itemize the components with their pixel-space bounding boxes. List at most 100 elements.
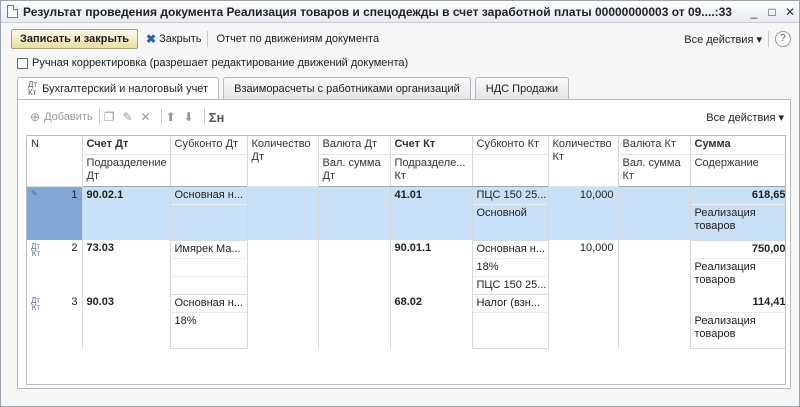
edit-icon[interactable]: ✎: [122, 110, 132, 124]
minimize-button[interactable]: _: [745, 5, 763, 19]
column-header-summa[interactable]: Сумма: [690, 136, 785, 155]
tab-panel: ⊕ Добавить ❐ ✎ ✕ ⬆ ⬇ Σн Все действия ▾ N…: [17, 99, 791, 389]
dt-kt-icon: Дт Кт: [28, 80, 38, 97]
column-header-subkonto-dt-2: [170, 154, 248, 187]
column-header-subkonto-kt[interactable]: Субконто Кт: [472, 136, 549, 155]
tab-bar: Дт Кт Бухгалтерский и налоговый учет Взаи…: [17, 77, 573, 100]
cell-schet-kt[interactable]: 68.02: [390, 294, 473, 348]
movement-report-button[interactable]: Отчет по движениям документа: [216, 33, 379, 45]
cell-qty-kt[interactable]: 10,000: [548, 186, 619, 240]
move-up-icon[interactable]: ⬆: [166, 110, 176, 124]
column-header-n[interactable]: N: [27, 136, 83, 187]
sum-icon[interactable]: Σн: [209, 110, 225, 125]
column-header-subkonto-dt[interactable]: Субконто Дт: [170, 136, 248, 155]
column-header-qty-dt[interactable]: Количество Дт: [247, 136, 319, 187]
column-header-schet-kt[interactable]: Счет Кт: [390, 136, 473, 155]
cell-subkonto-dt[interactable]: [170, 203, 248, 241]
cell-val-kt[interactable]: [618, 294, 691, 348]
manual-correction-checkbox[interactable]: Ручная корректировка (разрешает редактир…: [17, 57, 408, 69]
column-header-schet-dt[interactable]: Счет Дт: [82, 136, 171, 155]
cell-schet-kt[interactable]: 90.01.1: [390, 240, 473, 294]
cell-subkonto-dt[interactable]: [170, 257, 248, 276]
table-row[interactable]: Дт Кт 2 73.03 Имярек Ма... 90.01.1 Основна…: [27, 240, 785, 294]
column-header-val-dt[interactable]: Валюта Дт: [318, 136, 391, 155]
maximize-button[interactable]: □: [763, 5, 781, 19]
cell-subkonto-dt[interactable]: Имярек Ма...: [170, 240, 248, 258]
dt-kt-icon: Дт Кт: [31, 296, 41, 312]
cell-subkonto-kt[interactable]: ПЦС 150 25...: [472, 186, 549, 204]
toolbar-divider: [98, 109, 100, 125]
column-header-val-kt[interactable]: Валюта Кт: [618, 136, 691, 155]
cell-qty-kt[interactable]: 10,000: [548, 240, 619, 294]
tab-accounting[interactable]: Дт Кт Бухгалтерский и налоговый учет: [17, 77, 220, 100]
main-toolbar: Записать и закрыть ✖ Закрыть Отчет по дв…: [11, 28, 791, 50]
document-window: Результат проведения документа Реализаци…: [0, 0, 800, 407]
close-label: Закрыть: [159, 33, 202, 45]
cell-subkonto-dt[interactable]: Основная н...: [170, 294, 248, 312]
add-button[interactable]: Добавить: [44, 111, 93, 123]
table-row[interactable]: ✎ 1 90.02.1 Основная н... 41.01 ПЦС 150 2…: [27, 186, 785, 240]
cell-qty-dt[interactable]: [247, 294, 319, 348]
cell-subkonto-kt[interactable]: Налог (взн...: [472, 294, 549, 312]
entry-edited-icon: ✎: [31, 188, 38, 198]
column-header-valsum-kt[interactable]: Вал. сумма Кт: [618, 154, 691, 187]
checkbox-box[interactable]: [17, 57, 28, 69]
cell-qty-kt[interactable]: [548, 294, 619, 348]
column-header-podr-kt[interactable]: Подразделе... Кт: [390, 154, 473, 187]
table-all-actions-menu[interactable]: Все действия ▾: [706, 111, 784, 124]
column-header-podr-dt[interactable]: Подразделение Дт: [82, 154, 171, 187]
cell-content[interactable]: Реализация товаров: [690, 311, 785, 349]
help-icon[interactable]: ?: [775, 31, 791, 47]
column-header-subkonto-kt-2: [472, 154, 549, 187]
cell-subkonto-kt[interactable]: 18%: [472, 257, 549, 276]
cell-val-dt[interactable]: [318, 240, 391, 294]
column-header-content[interactable]: Содержание: [690, 154, 785, 187]
toolbar-divider: [768, 31, 769, 47]
cell-summa[interactable]: 114,41: [690, 294, 785, 312]
close-button[interactable]: ✖ Закрыть: [146, 32, 201, 46]
cell-subkonto-kt[interactable]: Основная н...: [472, 240, 549, 258]
cell-qty-dt[interactable]: [247, 240, 319, 294]
cell-subkonto-dt[interactable]: [170, 275, 248, 295]
cell-schet-dt[interactable]: 90.03: [82, 294, 171, 348]
cell-subkonto-kt[interactable]: Основной: [472, 203, 549, 241]
close-icon: ✖: [146, 32, 157, 46]
table-row[interactable]: Дт Кт 3 90.03 Основная н... 68.02 Налог (в…: [27, 294, 785, 348]
dt-kt-icon: Дт Кт: [31, 242, 41, 258]
manual-correction-label: Ручная корректировка (разрешает редактир…: [32, 57, 409, 69]
cell-content[interactable]: Реализация товаров: [690, 257, 785, 294]
cell-subkonto-kt[interactable]: [472, 311, 549, 349]
table-toolbar: ⊕ Добавить ❐ ✎ ✕ ⬆ ⬇ Σн Все действия ▾: [26, 108, 784, 126]
cell-subkonto-dt[interactable]: 18%: [170, 311, 248, 349]
copy-icon[interactable]: ❐: [104, 110, 115, 124]
cell-val-dt[interactable]: [318, 186, 391, 240]
tab-employee-settlements[interactable]: Взаиморасчеты с работниками организаций: [223, 77, 471, 99]
cell-schet-dt[interactable]: 73.03: [82, 240, 171, 294]
add-icon[interactable]: ⊕: [30, 110, 40, 124]
row-number: 2: [71, 242, 78, 254]
cell-content[interactable]: Реализация товаров: [690, 203, 785, 241]
move-down-icon[interactable]: ⬇: [184, 110, 194, 124]
cell-val-kt[interactable]: [618, 186, 691, 240]
tab-label: Взаиморасчеты с работниками организаций: [234, 82, 460, 95]
all-actions-menu[interactable]: Все действия ▾: [684, 33, 762, 46]
column-header-qty-kt[interactable]: Количество Кт: [548, 136, 619, 187]
cell-schet-kt[interactable]: 41.01: [390, 186, 473, 240]
save-and-close-button[interactable]: Записать и закрыть: [11, 29, 139, 49]
tab-vat-sales[interactable]: НДС Продажи: [474, 77, 570, 99]
cell-qty-dt[interactable]: [247, 186, 319, 240]
close-window-button[interactable]: ✕: [781, 5, 799, 19]
title-bar: Результат проведения документа Реализаци…: [1, 1, 799, 23]
cell-summa[interactable]: 618,65: [690, 186, 785, 204]
column-header-valsum-dt[interactable]: Вал. сумма Дт: [318, 154, 391, 187]
entries-table: N Счет Дт Субконто Дт Количество Дт Валю…: [26, 135, 786, 385]
cell-subkonto-kt[interactable]: ПЦС 150 25...: [472, 275, 549, 295]
delete-icon[interactable]: ✕: [141, 110, 151, 124]
cell-schet-dt[interactable]: 90.02.1: [82, 186, 171, 240]
toolbar-divider: [203, 109, 205, 125]
cell-val-kt[interactable]: [618, 240, 691, 294]
cell-subkonto-dt[interactable]: Основная н...: [170, 186, 248, 204]
toolbar-divider: [160, 109, 162, 125]
cell-summa[interactable]: 750,00: [690, 240, 785, 258]
cell-val-dt[interactable]: [318, 294, 391, 348]
